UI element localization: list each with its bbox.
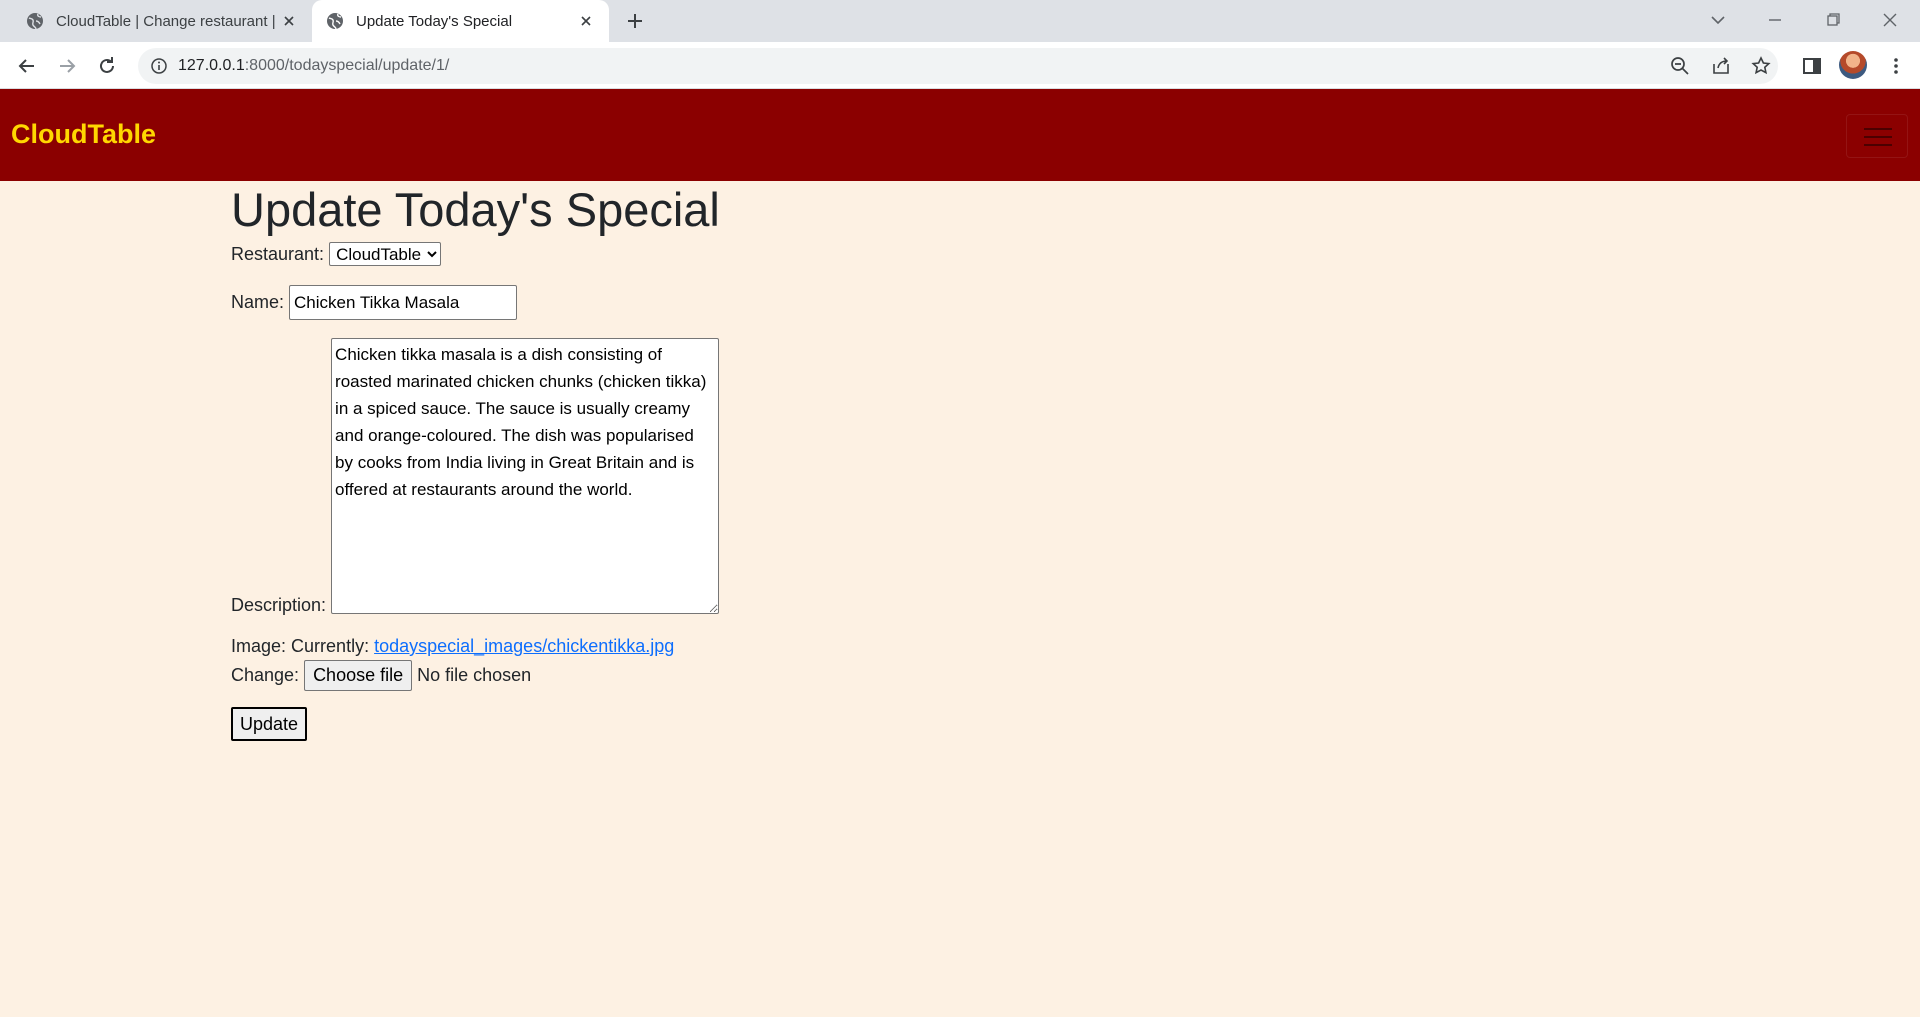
site-info-icon[interactable]	[150, 57, 168, 75]
description-row: Description: Chicken tikka masala is a d…	[231, 338, 1131, 615]
main-content: Update Today's Special Restaurant: Cloud…	[231, 181, 1131, 741]
url-host: 127.0.0.1	[178, 57, 245, 74]
browser-tabstrip: CloudTable | Change restaurant | Update …	[0, 0, 1920, 42]
tab-title: CloudTable | Change restaurant |	[56, 12, 276, 30]
globe-icon	[27, 13, 43, 30]
description-textarea[interactable]: Chicken tikka masala is a dish consistin…	[331, 338, 720, 614]
reload-icon[interactable]	[95, 54, 119, 78]
change-label: Change:	[231, 665, 300, 685]
restaurant-label: Restaurant:	[231, 243, 325, 264]
submit-row: Update	[231, 707, 1131, 741]
url-path: :8000/todayspecial/update/1/	[244, 57, 450, 74]
new-tab-plus-icon[interactable]	[624, 10, 646, 32]
restaurant-row: Restaurant: CloudTable	[231, 242, 1131, 266]
update-button[interactable]: Update	[231, 707, 308, 741]
site-navbar: CloudTable	[0, 89, 1920, 181]
name-input[interactable]	[289, 285, 518, 320]
image-change-row: Change: Choose file No file chosen	[231, 660, 1131, 691]
side-panel-icon[interactable]	[1800, 54, 1824, 78]
tab-title: Update Today's Special	[356, 12, 513, 30]
close-window-icon[interactable]	[1878, 8, 1902, 32]
browser-toolbar: 127.0.0.1:8000/todayspecial/update/1/	[0, 42, 1920, 89]
browser-tab-update-special[interactable]: Update Today's Special	[312, 0, 609, 42]
browser-tab-change-restaurant[interactable]: CloudTable | Change restaurant |	[0, 0, 312, 42]
name-label: Name:	[231, 292, 285, 312]
back-arrow-icon[interactable]	[15, 54, 39, 78]
choose-file-button[interactable]: Choose file	[304, 660, 413, 691]
more-menu-icon[interactable]	[1884, 54, 1908, 78]
brand-link[interactable]: CloudTable	[11, 119, 156, 150]
description-label: Description:	[231, 595, 327, 615]
profile-avatar[interactable]	[1839, 51, 1867, 79]
close-tab-icon[interactable]	[577, 12, 595, 30]
globe-icon	[327, 13, 343, 30]
image-current-row: Image: Currently: todayspecial_images/ch…	[231, 636, 1131, 657]
no-file-chosen-text: No file chosen	[417, 665, 532, 685]
bookmark-star-icon[interactable]	[1750, 55, 1772, 77]
name-row: Name:	[231, 285, 1131, 320]
currently-label: Currently:	[291, 636, 370, 656]
restaurant-select[interactable]: CloudTable	[329, 242, 442, 266]
close-tab-icon[interactable]	[280, 12, 298, 30]
image-label: Image:	[231, 636, 287, 656]
update-special-form: Restaurant: CloudTable Name: Description…	[231, 242, 1131, 741]
address-bar[interactable]: 127.0.0.1:8000/todayspecial/update/1/	[138, 48, 1778, 84]
share-icon[interactable]	[1710, 55, 1732, 77]
current-image-link[interactable]: todayspecial_images/chickentikka.jpg	[374, 636, 674, 657]
restore-window-icon[interactable]	[1821, 8, 1845, 32]
navbar-toggle-menu-icon[interactable]	[1846, 114, 1908, 158]
address-url[interactable]: 127.0.0.1:8000/todayspecial/update/1/	[178, 57, 449, 75]
minimize-icon[interactable]	[1763, 8, 1787, 32]
zoom-out-icon[interactable]	[1669, 55, 1691, 77]
forward-arrow-icon[interactable]	[55, 54, 79, 78]
tab-search-chevron-icon[interactable]	[1706, 8, 1730, 32]
page-title: Update Today's Special	[231, 183, 720, 236]
